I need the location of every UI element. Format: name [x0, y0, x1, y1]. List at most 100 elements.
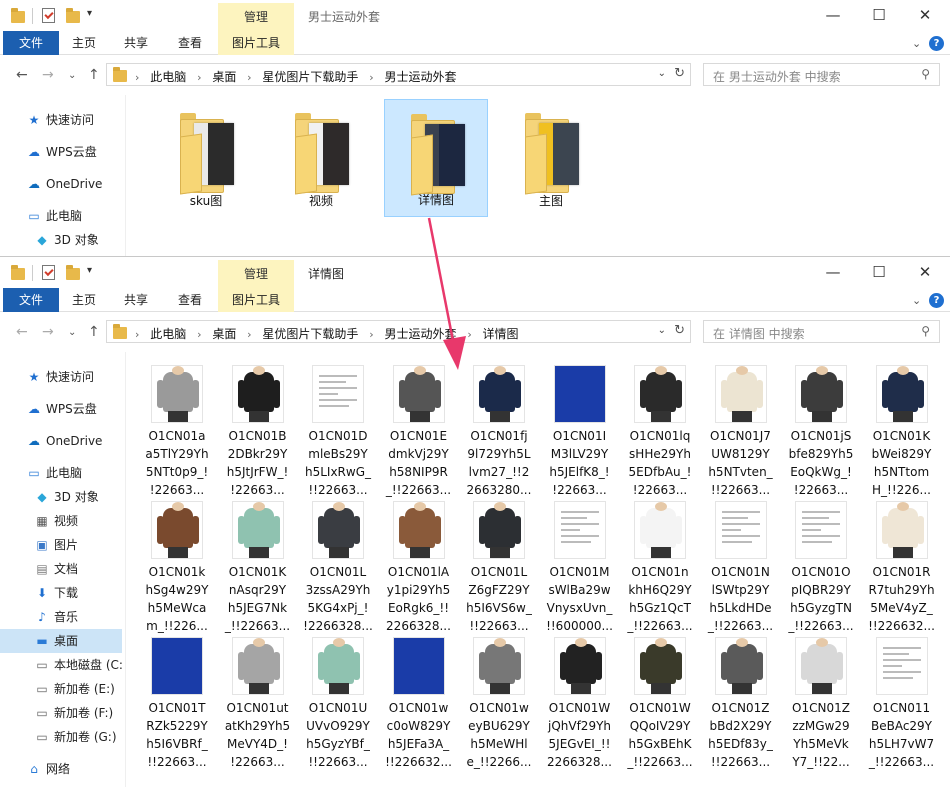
file-item[interactable]: O1CN01E dmkVj29Y h58NIP9R _!!22663...: [379, 365, 459, 501]
refresh-icon[interactable]: ↻: [674, 66, 685, 81]
folder-item[interactable]: 详情图: [384, 99, 488, 217]
help-icon[interactable]: ?: [929, 293, 944, 308]
sidebar-item[interactable]: ★ 快速访问: [0, 365, 122, 389]
sidebar-item[interactable]: ▭ 本地磁盘 (C:: [0, 653, 123, 677]
tab-file[interactable]: 文件: [3, 288, 59, 312]
search-box[interactable]: 在 男士运动外套 中搜索 ⚲: [703, 63, 940, 86]
breadcrumb-item[interactable]: 桌面: [212, 327, 236, 341]
properties-icon[interactable]: [42, 265, 55, 280]
file-item[interactable]: O1CN01L Z6gFZ29Y h5I6VS6w_ !!22663...: [459, 501, 539, 637]
file-item[interactable]: O1CN01T RZk5229Y h5I6VBRf_ !!22663...: [137, 637, 217, 773]
up-icon[interactable]: ↑: [88, 67, 100, 83]
sidebar-item[interactable]: ⌂ 网络: [0, 757, 122, 781]
address-bar[interactable]: › 此电脑 › 桌面 › 星优图片下载助手 › 男士运动外套 › 详情图 ⌄ ↻: [106, 320, 691, 343]
file-item[interactable]: O1CN01Z zzMGw29 Yh5MeVk Y7_!!22...: [781, 637, 861, 773]
sidebar-item[interactable]: ☁ WPS云盘: [0, 140, 122, 164]
file-item[interactable]: O1CN01L 3zssA29Yh 5KG4xPj_! !2266328...: [298, 501, 378, 637]
file-item[interactable]: O1CN01U UVvO929Y h5GyzYBf_ !!22663...: [298, 637, 378, 773]
file-item[interactable]: O1CN011 BeBAc29Y h5LH7vW7 _!!22663...: [862, 637, 942, 773]
breadcrumb-item[interactable]: 此电脑: [150, 70, 186, 84]
breadcrumb-item[interactable]: 详情图: [483, 327, 519, 341]
maximize-icon[interactable]: ☐: [856, 257, 902, 288]
new-folder-icon[interactable]: [66, 265, 80, 280]
file-item[interactable]: O1CN01a a5TlY29Yh 5NTt0p9_! !22663...: [137, 365, 217, 501]
address-dropdown-icon[interactable]: ⌄: [658, 68, 666, 79]
forward-icon[interactable]: →: [42, 324, 54, 340]
file-item[interactable]: O1CN01N lSWtp29Y h5LkdHDe _!!22663...: [701, 501, 781, 637]
sidebar-item[interactable]: ▣ 图片: [0, 533, 122, 557]
file-item[interactable]: O1CN01Z bBd2X29Y h5EDf83y_ !!22663...: [701, 637, 781, 773]
forward-icon[interactable]: →: [42, 67, 54, 83]
file-item[interactable]: O1CN01W QQoIV29Y h5GxBEhK _!!22663...: [620, 637, 700, 773]
breadcrumb-item[interactable]: 此电脑: [150, 327, 186, 341]
sidebar-item[interactable]: ▭ 此电脑: [0, 204, 122, 228]
file-item[interactable]: O1CN01fj 9l729Yh5L lvm27_!!2 2663280...: [459, 365, 539, 501]
close-icon[interactable]: ✕: [902, 0, 948, 31]
recent-dropdown-icon[interactable]: ⌄: [68, 70, 76, 81]
tab-share[interactable]: 共享: [118, 31, 154, 55]
tab-view[interactable]: 查看: [172, 288, 208, 312]
folder-item[interactable]: 视频: [269, 99, 373, 217]
sidebar-item[interactable]: ▭ 新加卷 (G:): [0, 725, 122, 749]
file-item[interactable]: O1CN01w eyBU629Y h5MeWHl e_!!2266...: [459, 637, 539, 773]
file-item[interactable]: O1CN01k hSg4w29Y h5MeWca m_!!226...: [137, 501, 217, 637]
file-item[interactable]: O1CN01ut atKh29Yh5 MeVY4D_! !22663...: [218, 637, 298, 773]
breadcrumb-item[interactable]: 星优图片下载助手: [262, 70, 358, 84]
tab-file[interactable]: 文件: [3, 31, 59, 55]
folder-item[interactable]: 主图: [499, 99, 603, 217]
context-tab-manage[interactable]: 管理: [218, 260, 294, 288]
breadcrumb-item[interactable]: 星优图片下载助手: [262, 327, 358, 341]
file-item[interactable]: O1CN01K bWei829Y h5NTtom H_!!226...: [862, 365, 942, 501]
properties-icon[interactable]: [42, 8, 55, 23]
sidebar-item[interactable]: ◆ 3D 对象: [0, 485, 122, 509]
minimize-icon[interactable]: —: [810, 0, 856, 31]
context-tab-manage[interactable]: 管理: [218, 3, 294, 31]
file-item[interactable]: O1CN01D mleBs29Y h5LIxRwG_ !!22663...: [298, 365, 378, 501]
tab-home[interactable]: 主页: [66, 288, 102, 312]
file-item[interactable]: O1CN01w c0oW829Y h5JEFa3A_ !!226632...: [379, 637, 459, 773]
file-item[interactable]: O1CN01B 2DBkr29Y h5JtJrFW_! !22663...: [218, 365, 298, 501]
sidebar-item[interactable]: ▦ 视频: [0, 509, 122, 533]
back-icon[interactable]: ←: [16, 67, 28, 83]
sidebar-item[interactable]: ▬ 桌面: [0, 629, 122, 653]
chevron-down-icon[interactable]: ▾: [87, 265, 92, 276]
address-bar[interactable]: › 此电脑 › 桌面 › 星优图片下载助手 › 男士运动外套 ⌄ ↻: [106, 63, 691, 86]
sidebar-item[interactable]: ◆ 3D 对象: [0, 228, 122, 252]
sidebar-item[interactable]: ☁ OneDrive: [0, 429, 122, 453]
chevron-down-icon[interactable]: ▾: [87, 8, 92, 19]
sidebar-item[interactable]: ▭ 新加卷 (E:): [0, 677, 122, 701]
sidebar-item[interactable]: ▭ 此电脑: [0, 461, 122, 485]
folder-item[interactable]: sku图: [154, 99, 258, 217]
file-item[interactable]: O1CN01jS bfe829Yh5 EoQkWg_! !22663...: [781, 365, 861, 501]
recent-dropdown-icon[interactable]: ⌄: [68, 327, 76, 338]
file-item[interactable]: O1CN01lA y1pi29Yh5 EoRgk6_!! 2266328...: [379, 501, 459, 637]
sidebar-item[interactable]: ▤ 文档: [0, 557, 122, 581]
file-item[interactable]: O1CN01J7 UW8129Y h5NTvten_ !!22663...: [701, 365, 781, 501]
file-item[interactable]: O1CN01W jQhVf29Yh 5JEGvEI_!! 2266328...: [540, 637, 620, 773]
tab-home[interactable]: 主页: [66, 31, 102, 55]
tab-share[interactable]: 共享: [118, 288, 154, 312]
address-dropdown-icon[interactable]: ⌄: [658, 325, 666, 336]
sidebar-item[interactable]: ▭ 新加卷 (F:): [0, 701, 122, 725]
breadcrumb-item[interactable]: 桌面: [212, 70, 236, 84]
search-icon[interactable]: ⚲: [921, 67, 930, 81]
file-item[interactable]: O1CN01O pIQBR29Y h5GyzgTN _!!22663...: [781, 501, 861, 637]
file-item[interactable]: O1CN01K nAsqr29Y h5JEG7Nk _!!22663...: [218, 501, 298, 637]
new-folder-icon[interactable]: [66, 8, 80, 23]
tab-picture-tools[interactable]: 图片工具: [218, 288, 294, 312]
breadcrumb-item[interactable]: 男士运动外套: [384, 327, 456, 341]
close-icon[interactable]: ✕: [902, 257, 948, 288]
tab-picture-tools[interactable]: 图片工具: [218, 31, 294, 55]
help-icon[interactable]: ?: [929, 36, 944, 51]
back-icon[interactable]: ←: [16, 324, 28, 340]
sidebar-item[interactable]: ⬇ 下载: [0, 581, 122, 605]
ribbon-expand-icon[interactable]: ⌄: [912, 294, 921, 307]
maximize-icon[interactable]: ☐: [856, 0, 902, 31]
minimize-icon[interactable]: —: [810, 257, 856, 288]
search-box[interactable]: 在 详情图 中搜索 ⚲: [703, 320, 940, 343]
ribbon-expand-icon[interactable]: ⌄: [912, 37, 921, 50]
file-item[interactable]: O1CN01R R7tuh29Yh 5MeV4yZ_ !!226632...: [862, 501, 942, 637]
breadcrumb-item[interactable]: 男士运动外套: [384, 70, 456, 84]
sidebar-item[interactable]: ★ 快速访问: [0, 108, 122, 132]
file-item[interactable]: O1CN01lq sHHe29Yh 5EDfbAu_! !22663...: [620, 365, 700, 501]
